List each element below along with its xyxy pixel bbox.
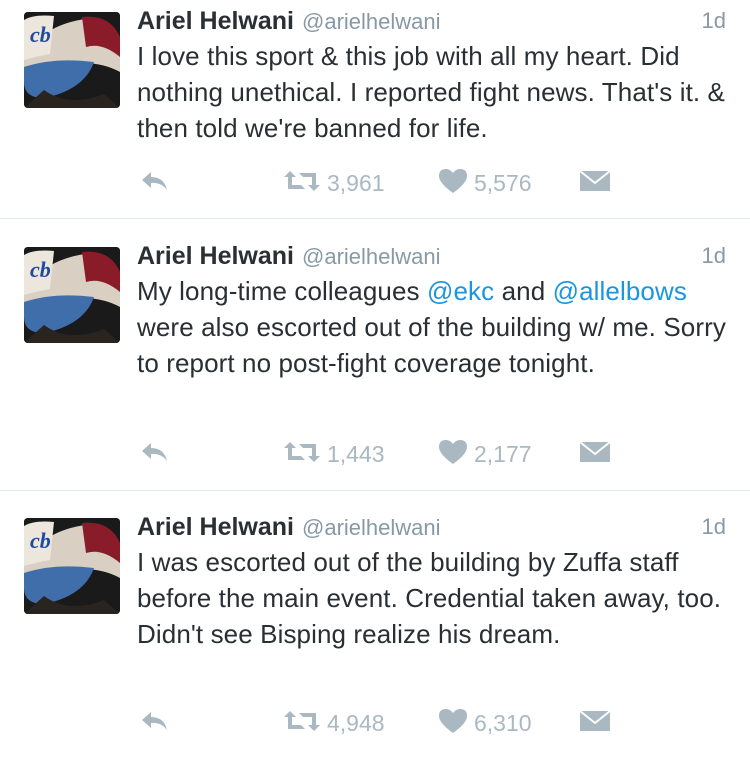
svg-text:cb: cb [30, 528, 51, 553]
mention-link[interactable]: @ekc [427, 276, 494, 306]
retweet-count: 4,948 [327, 709, 385, 736]
retweet-count: 3,961 [327, 169, 385, 196]
like-count: 5,576 [474, 169, 532, 196]
like-count: 6,310 [474, 709, 532, 736]
tweet-actions: 4,948 6,310 [0, 705, 750, 741]
tweet-text-part: My long-time colleagues [137, 276, 427, 306]
reply-button[interactable] [139, 165, 169, 201]
author-name[interactable]: Ariel Helwani [137, 513, 294, 541]
retweet-icon [283, 169, 321, 198]
tweet-text-part: I was escorted out of the building by Zu… [137, 547, 722, 649]
direct-message-icon [579, 709, 611, 738]
tweet-text: I love this sport & this job with all my… [137, 38, 737, 146]
like-button[interactable]: 2,177 [438, 436, 532, 472]
tweet-divider [0, 490, 750, 491]
tweet[interactable]: cb Ariel Helwani @arielhelwani 1d I was e… [0, 506, 750, 776]
tweet[interactable]: cb Ariel Helwani @arielhelwani 1d My long… [0, 235, 750, 505]
tweet-text-part: and [494, 276, 553, 306]
timestamp[interactable]: 1d [702, 4, 726, 38]
avatar[interactable]: cb [24, 518, 120, 614]
author-name[interactable]: Ariel Helwani [137, 7, 294, 35]
direct-message-button[interactable] [579, 436, 611, 472]
retweet-button[interactable]: 3,961 [283, 165, 385, 201]
retweet-button[interactable]: 4,948 [283, 705, 385, 741]
like-count: 2,177 [474, 440, 532, 467]
heart-icon [438, 708, 468, 739]
direct-message-button[interactable] [579, 705, 611, 741]
direct-message-button[interactable] [579, 165, 611, 201]
reply-button[interactable] [139, 436, 169, 472]
tweet-text-part: I love this sport & this job with all my… [137, 41, 726, 143]
author-name[interactable]: Ariel Helwani [137, 242, 294, 270]
reply-button[interactable] [139, 705, 169, 741]
retweet-icon [283, 440, 321, 469]
svg-text:cb: cb [30, 22, 51, 47]
reply-icon [139, 440, 169, 469]
tweet-divider [0, 218, 750, 219]
retweet-icon [283, 709, 321, 738]
reply-icon [139, 709, 169, 738]
tweet-actions: 3,961 5,576 [0, 165, 750, 201]
tweet-text: My long-time colleagues @ekc and @allelb… [137, 273, 737, 381]
retweet-button[interactable]: 1,443 [283, 436, 385, 472]
author-handle[interactable]: @arielhelwani [302, 9, 441, 34]
direct-message-icon [579, 440, 611, 469]
heart-icon [438, 168, 468, 199]
avatar[interactable]: cb [24, 247, 120, 343]
timestamp[interactable]: 1d [702, 239, 726, 273]
heart-icon [438, 439, 468, 470]
author-handle[interactable]: @arielhelwani [302, 515, 441, 540]
tweet-text: I was escorted out of the building by Zu… [137, 544, 737, 652]
direct-message-icon [579, 169, 611, 198]
timestamp[interactable]: 1d [702, 510, 726, 544]
svg-text:cb: cb [30, 257, 51, 282]
retweet-count: 1,443 [327, 440, 385, 467]
like-button[interactable]: 6,310 [438, 705, 532, 741]
tweet[interactable]: cb Ariel Helwani @arielhelwani 1d I love … [0, 0, 750, 270]
tweet-text-part: were also escorted out of the building w… [137, 312, 726, 378]
avatar[interactable]: cb [24, 12, 120, 108]
mention-link[interactable]: @allelbows [553, 276, 687, 306]
reply-icon [139, 169, 169, 198]
tweet-actions: 1,443 2,177 [0, 436, 750, 472]
author-handle[interactable]: @arielhelwani [302, 244, 441, 269]
like-button[interactable]: 5,576 [438, 165, 532, 201]
